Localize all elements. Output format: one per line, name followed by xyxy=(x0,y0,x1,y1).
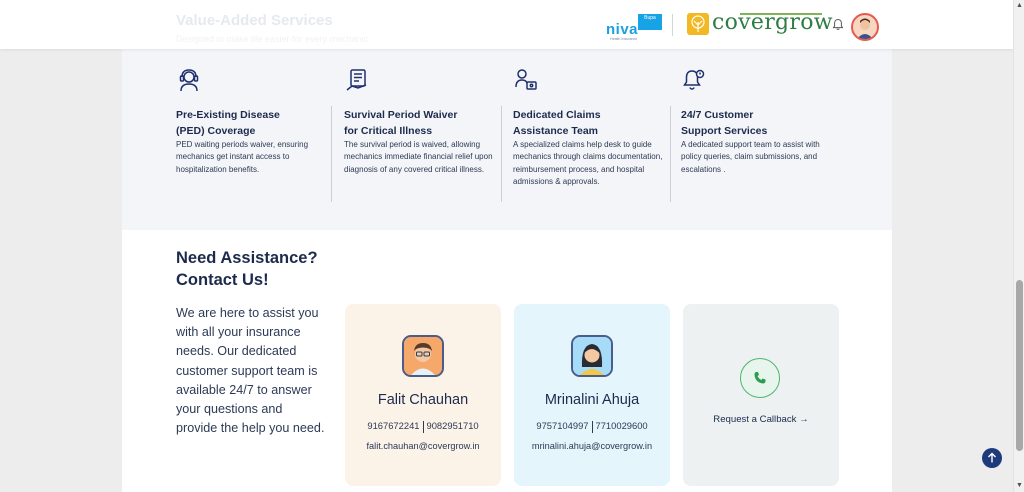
contact-title-line: Contact Us! xyxy=(176,271,269,289)
contact-card-mrinalini: Mrinalini Ahuja 9757104997 7710029600 mri… xyxy=(514,304,670,486)
covergrow-tree-icon[interactable] xyxy=(687,13,709,35)
arrow-up-icon[interactable] xyxy=(982,448,1002,468)
contact-phone-link[interactable]: 9167672241 xyxy=(367,420,419,431)
feature-title: Dedicated Claims Assistance Team xyxy=(513,107,673,139)
contact-phones: 9167672241 9082951710 xyxy=(345,420,501,433)
contact-section-title: Need Assistance? Contact Us! xyxy=(176,247,336,291)
phone-separator xyxy=(591,420,593,433)
contact-card-falit: Falit Chauhan 9167672241 9082951710 falit… xyxy=(345,304,501,486)
headset-agent-icon xyxy=(176,67,202,93)
contact-phones: 9757104997 7710029600 xyxy=(514,420,670,433)
niva-logo-tagline: Health Insurance xyxy=(610,37,638,41)
feature-description: PED waiting periods waiver, ensuring mec… xyxy=(176,140,309,174)
feature-title-line: Survival Period Waiver xyxy=(344,109,458,121)
feature-divider xyxy=(331,106,332,202)
bell-icon[interactable] xyxy=(831,18,845,32)
phone-separator xyxy=(422,420,424,433)
phone-icon[interactable] xyxy=(740,358,780,398)
header-divider xyxy=(672,14,673,36)
scroll-up-arrow-icon[interactable]: ▲ xyxy=(1016,2,1023,9)
contact-name: Falit Chauhan xyxy=(377,392,469,408)
faded-section-subtitle: Designed to make life easier for every m… xyxy=(176,34,369,44)
feature-title: 24/7 Customer Support Services xyxy=(681,107,841,139)
features-section: Pre-Existing Disease (PED) Coverage PED … xyxy=(122,49,892,230)
contact-title-line: Need Assistance? xyxy=(176,249,318,267)
feature-title-line: (PED) Coverage xyxy=(176,125,256,137)
feature-title: Survival Period Waiver for Critical Illn… xyxy=(344,107,504,139)
feature-title-line: Support Services xyxy=(681,125,768,137)
contact-phone-link[interactable]: 7710029600 xyxy=(596,420,648,431)
feature-title-line: Pre-Existing Disease xyxy=(176,109,280,121)
contact-email-link[interactable]: falit.chauhan@covergrow.in xyxy=(345,441,501,451)
covergrow-logo-text[interactable]: covergrow xyxy=(712,10,833,35)
user-avatar-icon[interactable] xyxy=(851,13,879,41)
niva-bupa-logo[interactable]: niva Bupa Health Insurance xyxy=(606,12,662,41)
female-agent-avatar-icon xyxy=(571,335,613,377)
feature-divider xyxy=(501,106,502,202)
feature-title-line: Assistance Team xyxy=(513,125,599,137)
niva-logo-text: niva xyxy=(606,21,639,38)
scrollbar-thumb[interactable] xyxy=(1016,280,1023,451)
clipboard-checklist-icon xyxy=(344,67,370,93)
bell-alert-icon xyxy=(681,67,707,93)
feature-title-line: Dedicated Claims xyxy=(513,109,601,121)
faded-section-title: Value-Added Services xyxy=(176,12,333,29)
contact-phone-link[interactable]: 9082951710 xyxy=(427,420,479,431)
person-desk-icon xyxy=(513,67,539,93)
feature-title-line: for Critical Illness xyxy=(344,125,433,137)
bupa-logo-box: Bupa xyxy=(638,14,662,30)
feature-description: A specialized claims help desk to guide … xyxy=(513,140,663,187)
male-agent-avatar-icon xyxy=(402,335,444,377)
contact-section-text: We are here to assist you with all your … xyxy=(176,306,325,436)
scroll-down-arrow-icon[interactable]: ▼ xyxy=(1016,482,1023,489)
contact-name: Mrinalini Ahuja xyxy=(544,392,640,408)
request-callback-link[interactable]: Request a Callback → xyxy=(683,414,839,425)
contact-email-link[interactable]: mrinalini.ahuja@covergrow.in xyxy=(514,441,670,451)
feature-divider xyxy=(670,106,671,202)
top-header: Value-Added Services Designed to make li… xyxy=(0,0,1013,49)
page-scrollbar[interactable]: ▲ ▼ xyxy=(1013,0,1024,492)
contact-section: Need Assistance? Contact Us! We are here… xyxy=(122,230,892,492)
page: Value-Added Services Designed to make li… xyxy=(0,0,1013,492)
feature-title: Pre-Existing Disease (PED) Coverage xyxy=(176,107,336,139)
request-callback-card[interactable]: Request a Callback → xyxy=(683,304,839,486)
feature-description: A dedicated support team to assist with … xyxy=(681,140,820,174)
contact-phone-link[interactable]: 9757104997 xyxy=(536,420,588,431)
feature-description: The survival period is waived, allowing … xyxy=(344,140,493,174)
feature-title-line: 24/7 Customer xyxy=(681,109,754,121)
